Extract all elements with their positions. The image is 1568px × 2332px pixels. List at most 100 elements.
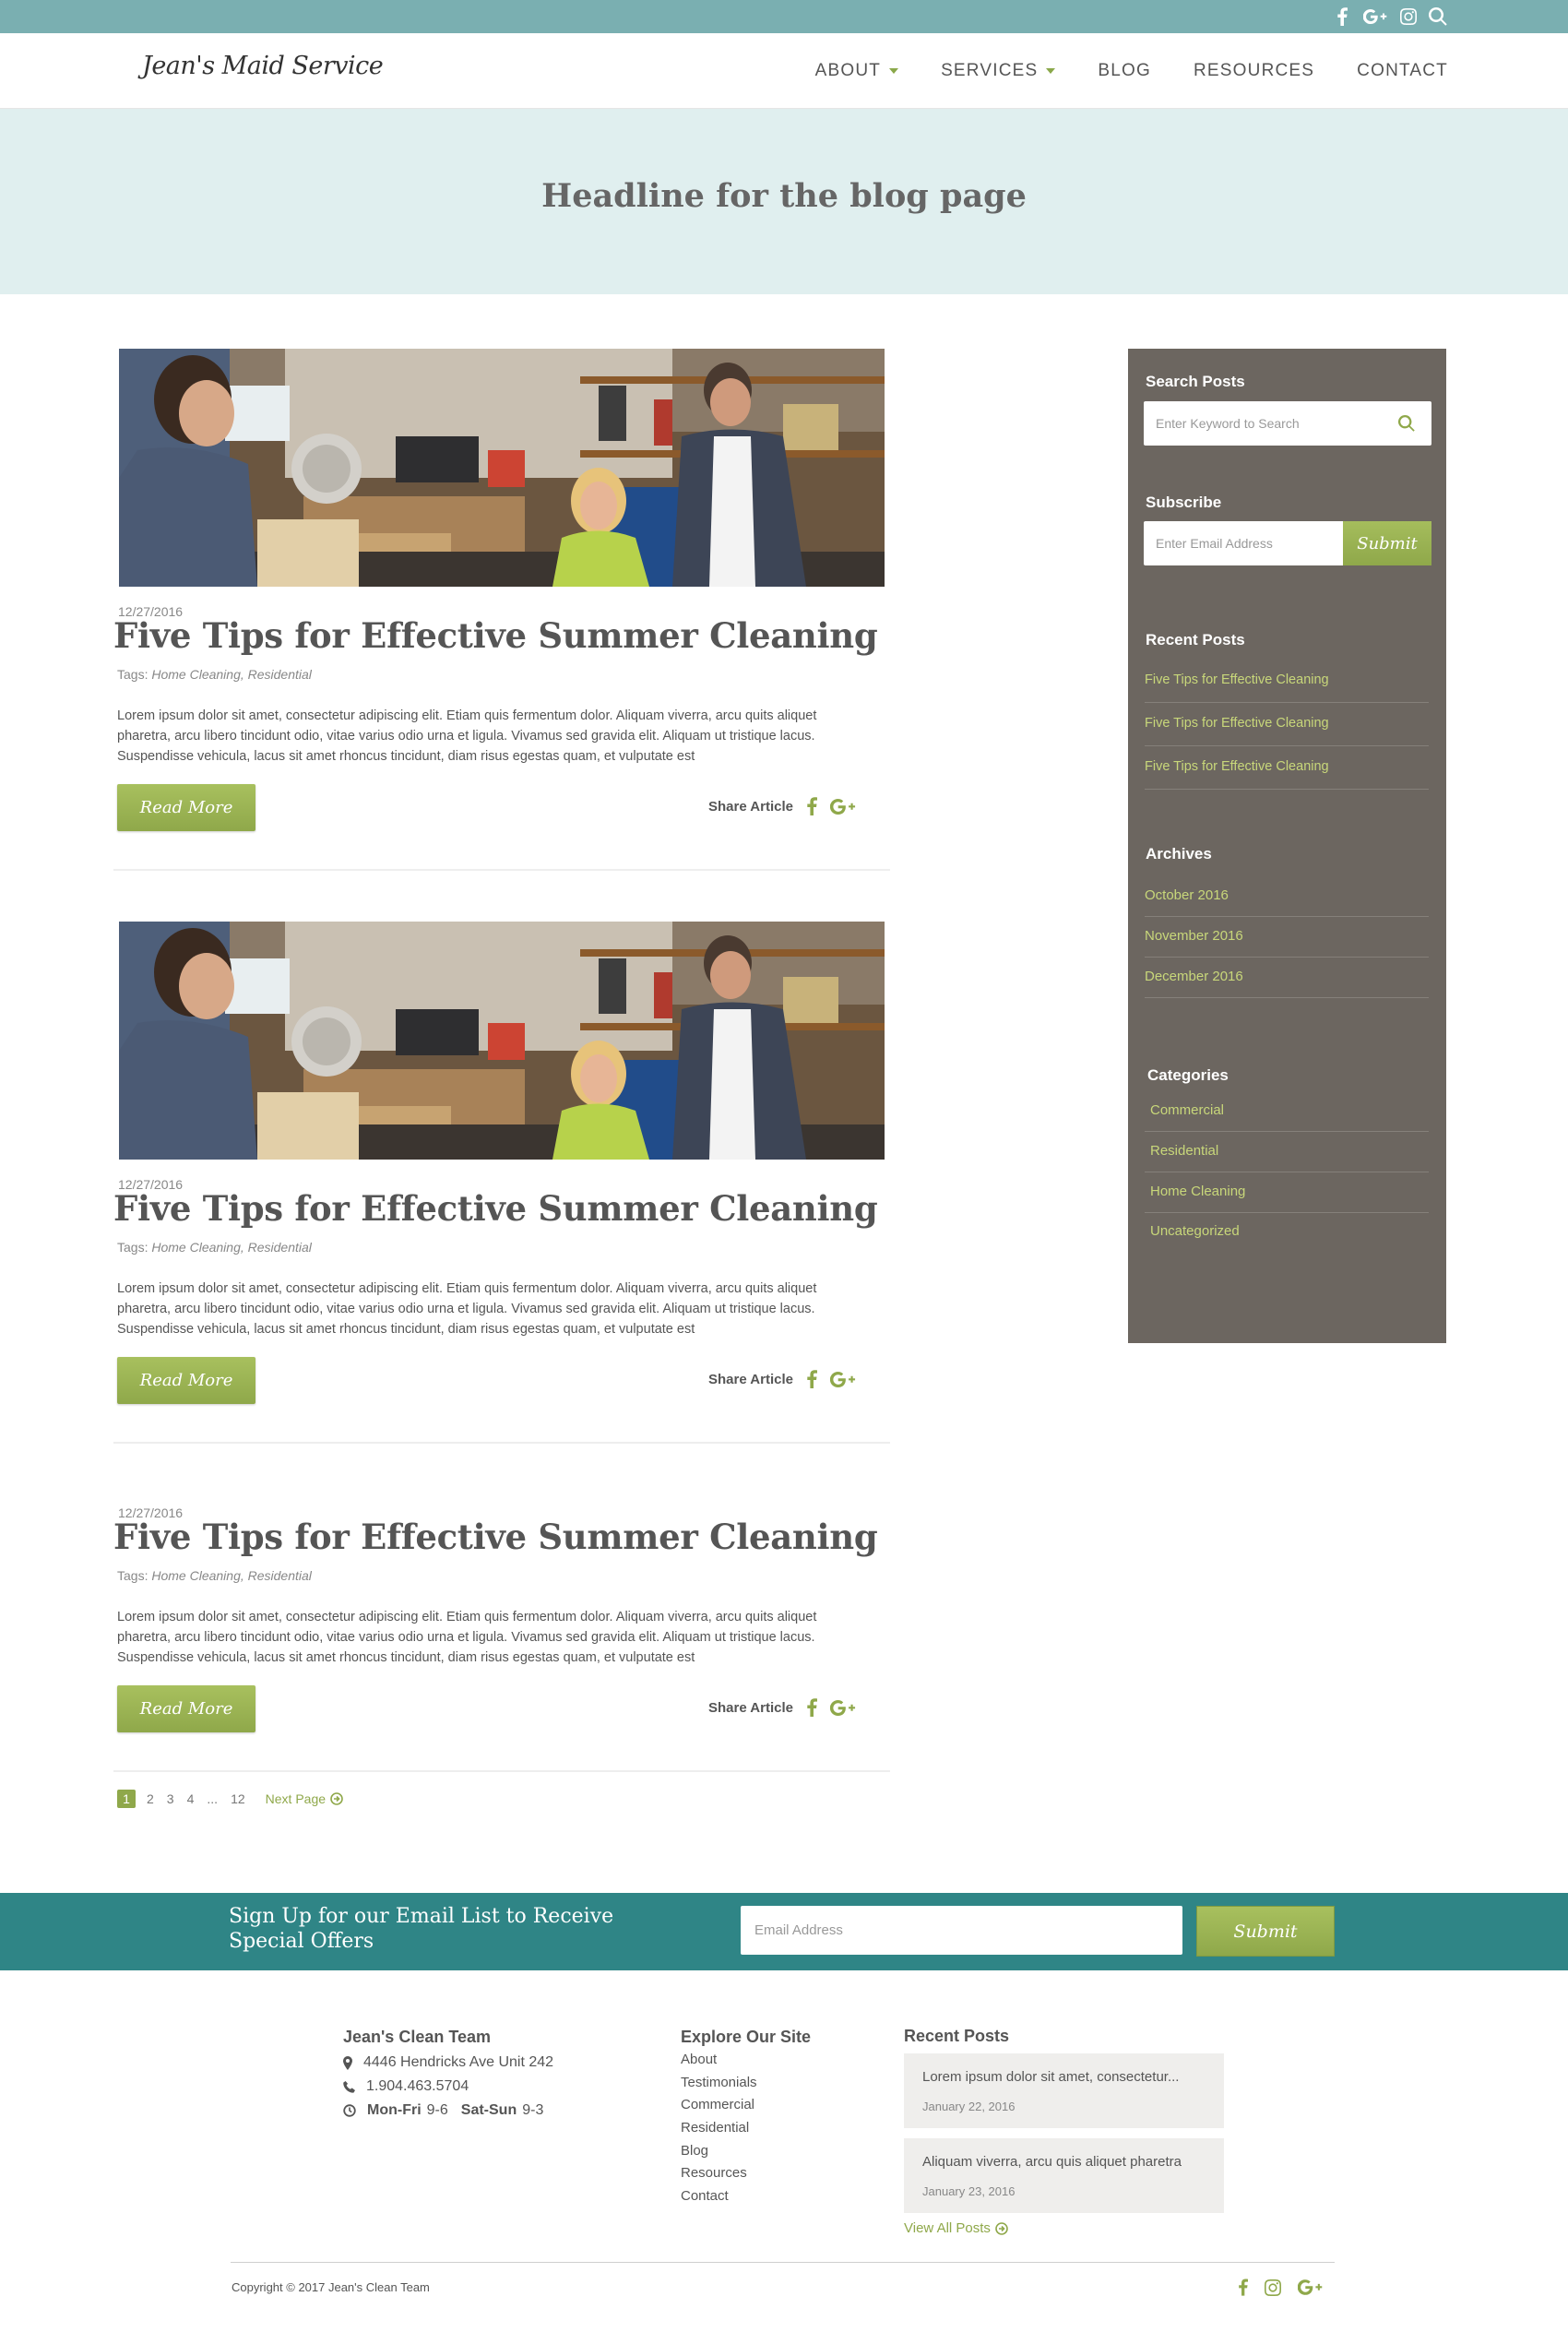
sidebar-heading-search: Search Posts — [1146, 373, 1245, 390]
facebook-icon[interactable] — [1238, 2278, 1248, 2301]
divider — [1145, 1131, 1429, 1132]
search-icon[interactable] — [1398, 415, 1415, 432]
nav-item-services[interactable]: SERVICES — [941, 61, 1056, 81]
tags-list[interactable]: Home Cleaning, Residential — [151, 667, 312, 682]
nav-item-about[interactable]: ABOUT — [814, 61, 899, 81]
footer-recent-post-card[interactable]: Aliquam viverra, arcu quis aliquet phare… — [904, 2138, 1224, 2213]
page-hero: Headline for the blog page — [0, 109, 1568, 294]
archive-link[interactable]: December 2016 — [1145, 969, 1429, 984]
next-page-link[interactable]: Next Page — [266, 1791, 343, 1806]
read-more-button[interactable]: Read More — [117, 784, 255, 831]
share-label: Share Article — [708, 798, 793, 815]
site-logo[interactable]: Jean's Maid Service — [142, 52, 384, 80]
sidebar-heading-archives: Archives — [1146, 845, 1212, 863]
footer-link-testimonials[interactable]: Testimonials — [681, 2075, 757, 2090]
share-article: Share Article — [708, 1370, 856, 1388]
signup-email-input[interactable]: Email Address — [741, 1906, 1182, 1955]
nav-item-resources[interactable]: RESOURCES — [1194, 61, 1314, 81]
page-link[interactable]: 2 — [147, 1791, 154, 1806]
footer-link-about[interactable]: About — [681, 2052, 717, 2067]
subscribe-email-input[interactable]: Enter Email Address — [1144, 521, 1343, 565]
google-plus-icon[interactable] — [830, 1699, 856, 1716]
search-icon — [1426, 6, 1450, 28]
nav-label: RESOURCES — [1194, 61, 1315, 80]
nav-label: BLOG — [1098, 61, 1152, 80]
post-title[interactable]: Five Tips for Effective Summer Cleaning — [113, 1188, 878, 1229]
archive-link[interactable]: November 2016 — [1145, 928, 1429, 944]
top-bar — [0, 0, 1568, 33]
footer-social-links — [1238, 2278, 1323, 2301]
address-text: 4446 Hendricks Ave Unit 242 — [363, 2054, 554, 2070]
facebook-icon[interactable] — [806, 797, 817, 815]
map-marker-icon — [343, 2055, 352, 2070]
site-header: Jean's Maid Service ABOUT SERVICES BLOG … — [0, 33, 1568, 109]
post-title[interactable]: Five Tips for Effective Summer Cleaning — [113, 1517, 878, 1557]
page-link[interactable]: 4 — [187, 1791, 195, 1806]
hours-weekday: 9-6 — [426, 2102, 448, 2118]
recent-post-link[interactable]: Five Tips for Effective Cleaning — [1145, 759, 1429, 774]
recent-post-link[interactable]: Five Tips for Effective Cleaning — [1145, 672, 1429, 687]
read-more-button[interactable]: Read More — [117, 1357, 255, 1404]
google-plus-icon[interactable] — [830, 798, 856, 815]
divider — [1145, 957, 1429, 958]
tags-list[interactable]: Home Cleaning, Residential — [151, 1240, 312, 1255]
category-link[interactable]: Commercial — [1150, 1102, 1429, 1118]
footer-link-residential[interactable]: Residential — [681, 2120, 749, 2136]
footer-link-resources[interactable]: Resources — [681, 2165, 747, 2181]
instagram-icon[interactable] — [1396, 6, 1420, 28]
share-label: Share Article — [708, 1371, 793, 1387]
footer-heading-recent: Recent Posts — [904, 2027, 1010, 2045]
google-plus-icon[interactable] — [1363, 6, 1387, 28]
share-label: Share Article — [708, 1699, 793, 1716]
hours-weekend: 9-3 — [522, 2102, 544, 2118]
nav-item-contact[interactable]: CONTACT — [1357, 61, 1448, 81]
tags-label: Tags: — [117, 1568, 148, 1583]
page-link-current[interactable]: 1 — [117, 1790, 136, 1808]
instagram-icon[interactable] — [1265, 2278, 1281, 2301]
archive-link[interactable]: October 2016 — [1145, 887, 1429, 903]
view-all-label: View All Posts — [904, 2220, 991, 2236]
read-more-button[interactable]: Read More — [117, 1685, 255, 1732]
category-link[interactable]: Residential — [1150, 1143, 1429, 1159]
chevron-down-icon — [1046, 68, 1056, 74]
header-search-button[interactable] — [1426, 6, 1450, 28]
footer-link-blog[interactable]: Blog — [681, 2143, 708, 2159]
view-all-posts-link[interactable]: View All Posts — [904, 2220, 1008, 2236]
google-plus-icon[interactable] — [1297, 2279, 1323, 2300]
page-link[interactable]: 3 — [167, 1791, 174, 1806]
footer-recent-post-card[interactable]: Lorem ipsum dolor sit amet, consectetur.… — [904, 2053, 1224, 2128]
footer-link-commercial[interactable]: Commercial — [681, 2097, 754, 2112]
category-link[interactable]: Home Cleaning — [1150, 1184, 1429, 1199]
signup-submit-button[interactable]: Submit — [1196, 1906, 1335, 1957]
category-link[interactable]: Uncategorized — [1150, 1223, 1429, 1239]
page-ellipsis: ... — [207, 1791, 219, 1806]
sidebar-heading-categories: Categories — [1147, 1066, 1229, 1084]
recent-post-title: Aliquam viverra, arcu quis aliquet phare… — [922, 2154, 1182, 2170]
footer-phone[interactable]: 1.904.463.5704 — [343, 2078, 469, 2095]
facebook-icon[interactable] — [1330, 6, 1354, 28]
post-title[interactable]: Five Tips for Effective Summer Cleaning — [113, 615, 878, 656]
tags-list[interactable]: Home Cleaning, Residential — [151, 1568, 312, 1583]
post-image[interactable] — [119, 922, 885, 1160]
social-links — [1330, 6, 1420, 28]
google-plus-icon[interactable] — [830, 1371, 856, 1387]
recent-post-title: Lorem ipsum dolor sit amet, consectetur.… — [922, 2069, 1180, 2085]
sidebar-heading-subscribe: Subscribe — [1146, 494, 1222, 511]
post-image[interactable] — [119, 349, 885, 587]
nav-item-blog[interactable]: BLOG — [1098, 61, 1151, 81]
post-divider — [113, 869, 890, 871]
recent-post-link[interactable]: Five Tips for Effective Cleaning — [1145, 716, 1429, 731]
post-excerpt: Lorem ipsum dolor sit amet, consectetur … — [117, 708, 817, 764]
footer-heading-company: Jean's Clean Team — [343, 2028, 492, 2046]
page-title: Headline for the blog page — [541, 177, 1027, 215]
footer-link-contact[interactable]: Contact — [681, 2188, 729, 2204]
clock-icon — [343, 2104, 356, 2117]
page-link[interactable]: 12 — [231, 1791, 245, 1806]
sidebar-search-input[interactable]: Enter Keyword to Search — [1144, 401, 1431, 446]
subscribe-submit-button[interactable]: Submit — [1343, 521, 1431, 565]
sidebar: Search Posts Enter Keyword to Search Sub… — [1128, 349, 1446, 1343]
nav-label: ABOUT — [814, 61, 882, 80]
facebook-icon[interactable] — [806, 1370, 817, 1388]
facebook-icon[interactable] — [806, 1698, 817, 1717]
tags-label: Tags: — [117, 1240, 148, 1255]
